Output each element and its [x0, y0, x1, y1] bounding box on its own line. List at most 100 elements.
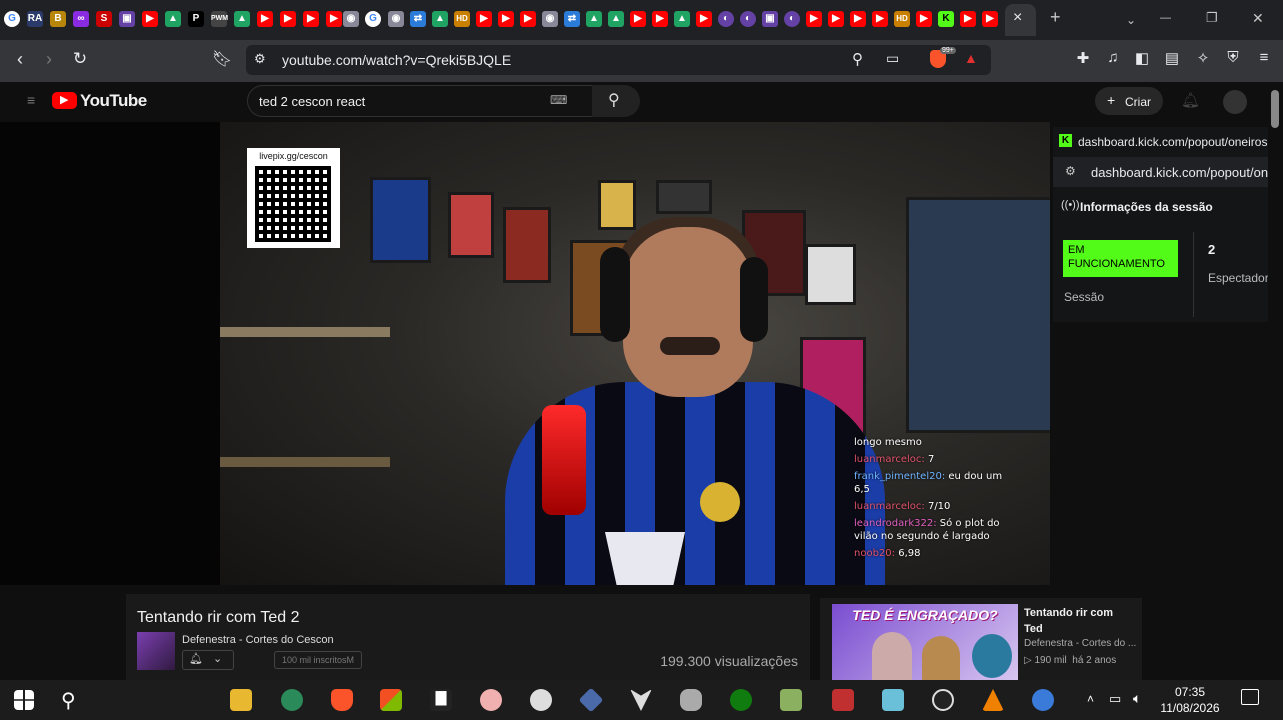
cast-icon[interactable]: ▭ — [886, 50, 899, 67]
search-input[interactable]: ted 2 cescon react ⌨ — [247, 85, 594, 117]
media-icon[interactable]: ♫ — [1102, 49, 1124, 66]
youtube-tab-icon[interactable]: ▶ — [982, 11, 998, 27]
chevron-up-icon[interactable]: ˄ — [1087, 692, 1094, 706]
audio-icon[interactable]: ▇ — [430, 689, 452, 711]
new-tab-icon[interactable]: + — [1050, 7, 1061, 28]
youtube-tab-icon[interactable]: ▶ — [142, 11, 158, 27]
youtube-tab-icon[interactable]: ▶ — [828, 11, 844, 27]
forward-icon[interactable]: › — [38, 49, 60, 70]
system-clock[interactable]: 07:35 11/08/2026 — [1155, 684, 1225, 716]
youtube-tab-icon[interactable]: ▶ — [303, 11, 319, 27]
keyboard-icon[interactable]: ⌨ — [550, 93, 567, 107]
store-icon[interactable] — [380, 689, 402, 711]
volume-icon[interactable]: 🔈︎ — [1133, 690, 1141, 707]
drive-tab-icon[interactable]: ▲ — [432, 11, 448, 27]
back-icon[interactable]: ‹ — [9, 49, 31, 70]
restore-button[interactable]: ❐ — [1206, 10, 1218, 26]
twitch-tab-icon[interactable]: ◐ — [740, 11, 756, 27]
scrollbar[interactable] — [1268, 82, 1283, 680]
search-icon[interactable]: ⚲ — [61, 688, 83, 712]
youtube-tab-icon[interactable]: ▶ — [916, 11, 932, 27]
search-button[interactable]: ⚲ — [592, 85, 640, 117]
hd-tab-icon[interactable]: HD — [894, 11, 910, 27]
b-tab-icon[interactable]: B — [50, 11, 66, 27]
youtube-tab-icon[interactable]: ▶ — [696, 11, 712, 27]
close-tab-icon[interactable]: × — [1013, 9, 1022, 27]
youtube-tab-icon[interactable]: ▶ — [326, 11, 342, 27]
hamburger-menu-icon[interactable]: ≡ — [27, 92, 35, 108]
active-tab[interactable]: × — [1005, 4, 1036, 36]
search-query[interactable]: ted 2 cescon react — [259, 94, 365, 109]
app-icon[interactable] — [882, 689, 904, 711]
leo-ai-icon[interactable]: ✧ — [1192, 49, 1214, 67]
url-text[interactable]: youtube.com/watch?v=Qreki5BJQLE — [282, 52, 511, 68]
youtube-tab-icon[interactable]: ▶ — [850, 11, 866, 27]
address-bar[interactable]: ⚙ youtube.com/watch?v=Qreki5BJQLE ⚲ ▭ 99… — [246, 45, 991, 75]
notification-center-icon[interactable] — [1241, 689, 1259, 705]
steam-icon[interactable] — [932, 689, 954, 711]
recommended-thumbnail[interactable]: TED É ENGRAÇADO? — [832, 604, 1018, 680]
pig-icon[interactable] — [480, 689, 502, 711]
cat-tab-icon[interactable]: ◉ — [542, 11, 558, 27]
drive-tab-icon[interactable]: ▲ — [165, 11, 181, 27]
kick-url[interactable]: dashboard.kick.com/popout/onei — [1091, 165, 1278, 180]
p-tab-icon[interactable]: P — [188, 11, 204, 27]
twitch-tab-icon[interactable]: ▣ — [119, 11, 135, 27]
sidebar-icon[interactable]: ◧ — [1131, 49, 1153, 67]
youtube-logo-text[interactable]: YouTube — [80, 91, 147, 111]
brave-rewards-icon[interactable]: ▲ — [964, 50, 978, 66]
drive-tab-icon[interactable]: ▲ — [674, 11, 690, 27]
channel-name[interactable]: Defenestra - Cortes do Cescon — [182, 634, 334, 646]
youtube-tab-icon[interactable]: ▶ — [630, 11, 646, 27]
bookmark-icon[interactable]: 🔖︎ — [211, 49, 233, 69]
kick-popout-window[interactable]: K dashboard.kick.com/popout/oneiros-fo ⚙… — [1053, 127, 1283, 322]
youtube-tab-icon[interactable]: ▶ — [280, 11, 296, 27]
pwm-tab-icon[interactable]: PWM — [211, 11, 228, 27]
youtube-tab-icon[interactable]: ▶ — [806, 11, 822, 27]
cat-tab-icon[interactable]: ◉ — [343, 11, 359, 27]
channel-avatar[interactable] — [137, 632, 175, 670]
link-tab-icon[interactable]: ∞ — [73, 11, 89, 27]
video-player[interactable]: longo mesmo luanmarceloc: 7 frank_piment… — [220, 122, 1050, 585]
remote-tab-icon[interactable]: ⇄ — [410, 11, 426, 27]
folder-icon[interactable] — [780, 689, 802, 711]
twitch-tab-icon[interactable]: ◐ — [718, 11, 734, 27]
twitch-tab-icon[interactable]: ▣ — [762, 11, 778, 27]
wallet-icon[interactable]: ▤ — [1161, 49, 1183, 67]
kick-tab-icon[interactable]: K — [938, 11, 954, 27]
vlc-icon[interactable] — [982, 689, 1004, 711]
notifications-icon[interactable]: 🔔︎ — [1181, 91, 1200, 109]
youtube-tab-icon[interactable]: ▶ — [498, 11, 514, 27]
recommended-title[interactable]: Tentando rir com Ted — [1024, 605, 1134, 637]
brave-icon[interactable] — [331, 689, 353, 711]
close-window-button[interactable]: ✕ — [1252, 10, 1264, 27]
recommended-video[interactable]: TED É ENGRAÇADO? Tentando rir com Ted De… — [820, 598, 1142, 680]
tab-search-icon[interactable]: ⌄ — [1126, 13, 1136, 27]
drive-tab-icon[interactable]: ▲ — [234, 11, 250, 27]
network-icon[interactable]: ▭ — [1109, 691, 1121, 707]
youtube-tab-icon[interactable]: ▶ — [652, 11, 668, 27]
youtube-tab-icon[interactable]: ▶ — [476, 11, 492, 27]
youtube-tab-icon[interactable]: ▶ — [520, 11, 536, 27]
subscription-bell-button[interactable]: 🔔︎ ⌄ — [182, 650, 234, 670]
drive-tab-icon[interactable]: ▲ — [586, 11, 602, 27]
vpn-app-icon[interactable] — [578, 687, 604, 713]
scrollbar-thumb[interactable] — [1271, 90, 1279, 128]
app-icon[interactable] — [281, 689, 303, 711]
s-tab-icon[interactable]: S — [96, 11, 112, 27]
obs-icon[interactable] — [530, 689, 552, 711]
youtube-tab-icon[interactable]: ▶ — [257, 11, 273, 27]
youtube-tab-icon[interactable]: ▶ — [960, 11, 976, 27]
qbittorrent-icon[interactable] — [1032, 689, 1054, 711]
vpn-icon[interactable]: ⛨ — [1222, 49, 1244, 66]
reload-icon[interactable]: ↻ — [69, 49, 91, 69]
cat-tab-icon[interactable]: ◉ — [388, 11, 404, 27]
extensions-icon[interactable]: ✚ — [1072, 49, 1094, 67]
zoom-icon[interactable]: ⚲ — [852, 50, 863, 68]
create-button[interactable]: + Criar — [1095, 87, 1163, 115]
xbox-icon[interactable] — [730, 689, 752, 711]
site-info-icon[interactable]: ⚙ — [254, 51, 266, 67]
menu-icon[interactable]: ≡ — [1253, 49, 1275, 66]
avatar[interactable] — [1223, 90, 1247, 114]
app-icon[interactable] — [832, 689, 854, 711]
